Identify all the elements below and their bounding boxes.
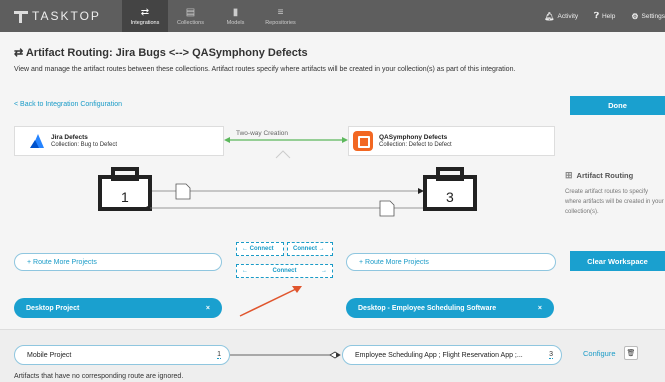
trash-icon[interactable]: 🗑︎ — [624, 346, 638, 360]
help-panel-text: Create artifact routes to specify where … — [565, 189, 664, 215]
target-projects-label: Employee Scheduling App ; Flight Reserva… — [355, 351, 523, 359]
routing-footnote: Artifacts that have no corresponding rou… — [14, 373, 184, 380]
configure-route-link[interactable]: Configure — [583, 349, 616, 358]
routing-icon: ⊞ — [565, 170, 573, 180]
page-title: ⇄ Artifact Routing: Jira Bugs <--> QASym… — [14, 47, 308, 59]
help-label: Help — [601, 12, 616, 20]
tab-label: Repositories — [265, 19, 296, 26]
route-more-projects-left[interactable]: + Route More Projects — [14, 253, 222, 271]
logo-text: TASKTOP — [32, 9, 101, 23]
bell-icon: 🔔︎ — [544, 11, 555, 21]
connect-right-button[interactable]: Connect → — [287, 242, 333, 256]
remove-left-project-icon[interactable]: × — [206, 305, 210, 312]
tab-models[interactable]: ▮ Models — [213, 0, 258, 32]
qasymphony-logo-icon — [353, 131, 373, 151]
target-projects-count[interactable]: 3 — [549, 351, 553, 359]
source-project-label: Mobile Project — [27, 351, 72, 359]
connect-both-button[interactable]: ← Connect → — [236, 264, 333, 278]
settings-label: Settings — [641, 12, 665, 20]
left-project-label: Desktop Project — [26, 304, 80, 312]
connect-right-label: Connect → — [293, 246, 325, 252]
connect-left-button[interactable]: ← Connect — [236, 242, 284, 256]
top-right-menu: 🔔︎ Activity ❓︎ Help ⚙ Settings — [528, 0, 665, 32]
left-collection-card: Jira Defects Collection: Bug to Defect — [14, 126, 224, 156]
help-link[interactable]: ❓︎ Help — [594, 11, 615, 21]
annotation-arrow — [239, 286, 302, 317]
done-button[interactable]: Done — [570, 96, 665, 115]
tab-collections[interactable]: ▤ Collections — [168, 0, 213, 32]
help-icon: ❓︎ — [594, 11, 599, 20]
workspace-right-project[interactable]: Desktop - Employee Scheduling Software × — [346, 298, 554, 318]
help-panel-title: Artifact Routing — [576, 171, 634, 180]
gear-icon: ⚙ — [631, 11, 639, 21]
collections-icon: ▤ — [185, 6, 196, 18]
connect-both-label: Connect — [272, 268, 297, 274]
activity-label: Activity — [557, 12, 579, 20]
tab-integrations[interactable]: ⇄ Integrations — [122, 0, 168, 32]
tab-label: Collections — [177, 19, 204, 26]
left-repository-count: 1 — [121, 189, 129, 205]
activity-link[interactable]: 🔔︎ Activity — [544, 12, 578, 21]
artifact-routing-help-panel: ⊞ Artifact Routing Create artifact route… — [565, 170, 665, 217]
tab-repositories[interactable]: ≡ Repositories — [258, 0, 303, 32]
artifact-doc-icon — [175, 183, 191, 200]
clear-workspace-button[interactable]: Clear Workspace — [570, 251, 665, 271]
route-connector — [230, 351, 341, 359]
page-subtitle: View and manage the artifact routes betw… — [14, 66, 516, 73]
repositories-icon: ≡ — [277, 6, 284, 18]
remove-right-project-icon[interactable]: × — [538, 305, 542, 312]
repository-flow-diagram: 1 3 — [98, 167, 477, 217]
right-project-label: Desktop - Employee Scheduling Software — [358, 304, 497, 312]
right-repository-count: 3 — [446, 189, 454, 205]
left-collection-name: Jira Defects — [51, 134, 88, 141]
logo-mark-icon — [14, 9, 28, 23]
jira-logo-icon — [30, 134, 44, 148]
models-icon: ▮ — [232, 6, 239, 18]
tab-label: Integrations — [130, 19, 160, 26]
route-source-project[interactable]: Mobile Project 1 — [14, 345, 230, 365]
workspace-left-project[interactable]: Desktop Project × — [14, 298, 222, 318]
arrow-right-icon: → — [321, 268, 327, 274]
tasktop-logo[interactable]: TASKTOP — [14, 9, 122, 23]
route-more-projects-right[interactable]: + Route More Projects — [346, 253, 556, 271]
settings-link[interactable]: ⚙ Settings — [631, 12, 665, 21]
tab-label: Models — [226, 19, 245, 26]
integrations-icon: ⇄ — [140, 6, 150, 18]
route-target-projects[interactable]: Employee Scheduling App ; Flight Reserva… — [342, 345, 562, 365]
left-collection-sub: Collection: Bug to Defect — [51, 142, 118, 148]
right-collection-card: QASymphony Defects Collection: Defect to… — [348, 126, 555, 156]
right-collection-sub: Collection: Defect to Defect — [379, 142, 452, 148]
source-project-count[interactable]: 1 — [217, 351, 221, 359]
connect-left-label: ← Connect — [242, 246, 274, 252]
arrow-left-icon: ← — [242, 268, 248, 274]
back-to-integration-link[interactable]: < Back to Integration Configuration — [14, 101, 122, 108]
right-collection-name: QASymphony Defects — [379, 134, 448, 141]
top-nav-bar: TASKTOP ⇄ Integrations ▤ Collections ▮ M… — [0, 0, 665, 32]
artifact-doc-icon — [379, 200, 395, 217]
two-way-flow-connector — [224, 137, 348, 159]
